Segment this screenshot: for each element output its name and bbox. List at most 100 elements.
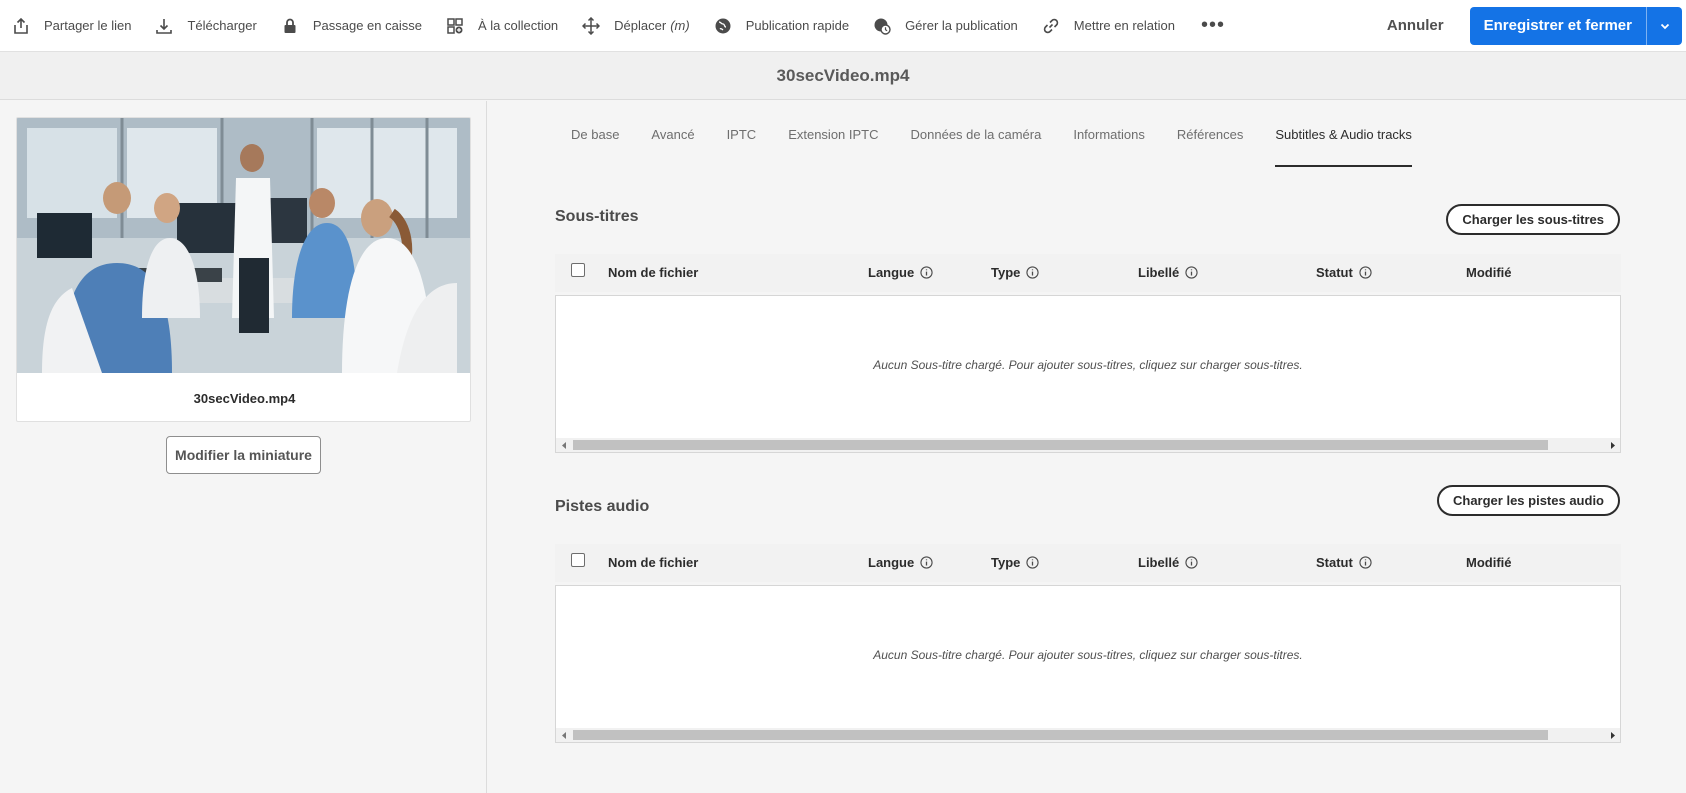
info-icon[interactable]: [1185, 266, 1198, 279]
manage-publication-button[interactable]: Gérer la publication: [861, 0, 1030, 52]
caret-right-icon: [1610, 731, 1615, 739]
move-shortcut: (m): [670, 18, 690, 33]
scrollbar-thumb[interactable]: [573, 730, 1548, 740]
column-type[interactable]: Type: [991, 555, 1040, 570]
asset-file-name: 30secVideo.mp4: [193, 390, 296, 406]
subtitles-table-body: Aucun Sous-titre chargé. Pour ajouter so…: [555, 295, 1621, 453]
download-icon: [156, 18, 173, 34]
save-and-close-button[interactable]: Enregistrer et fermer: [1469, 6, 1682, 45]
column-file-name-label: Nom de fichier: [608, 555, 699, 570]
thumbnail-image: [17, 118, 470, 373]
link-icon: [1043, 18, 1059, 33]
tab-references[interactable]: Références: [1161, 101, 1259, 167]
tab-camera-data[interactable]: Données de la caméra: [895, 101, 1058, 167]
properties-panel: De base Avancé IPTC Extension IPTC Donné…: [488, 101, 1686, 793]
checkout-button[interactable]: Passage en caisse: [269, 0, 434, 52]
tab-basic[interactable]: De base: [555, 101, 635, 167]
info-icon[interactable]: [1359, 266, 1372, 279]
relate-label: Mettre en relation: [1073, 18, 1175, 33]
tab-insights[interactable]: Informations: [1057, 101, 1161, 167]
edit-thumbnail-button[interactable]: Modifier la miniature: [166, 436, 321, 474]
toolbar: Partager le lien Télécharger Passage en …: [0, 0, 1686, 52]
globe-icon: [715, 18, 731, 33]
move-icon: [582, 16, 601, 35]
manage-publication-label: Gérer la publication: [905, 18, 1018, 33]
scroll-right-arrow[interactable]: [1604, 728, 1620, 742]
column-file-name-label: Nom de fichier: [608, 265, 699, 280]
scroll-left-arrow[interactable]: [556, 728, 572, 742]
share-link-button[interactable]: Partager le lien: [0, 0, 143, 52]
column-modified-label: Modifié: [1466, 555, 1512, 570]
column-language-label: Langue: [868, 265, 915, 280]
scroll-right-arrow[interactable]: [1604, 438, 1620, 452]
caret-right-icon: [1610, 441, 1615, 449]
page-title: 30secVideo.mp4: [776, 65, 910, 85]
column-modified[interactable]: Modifié: [1466, 265, 1512, 280]
add-to-collection-label: À la collection: [477, 18, 559, 33]
scroll-left-arrow[interactable]: [556, 438, 572, 452]
share-icon: [14, 17, 28, 34]
title-bar: 30secVideo.mp4: [0, 52, 1686, 100]
column-file-name[interactable]: Nom de fichier: [608, 555, 698, 570]
subtitles-table-header: Nom de fichier Langue Type Libellé Statu…: [555, 254, 1621, 292]
column-language[interactable]: Langue: [868, 555, 933, 570]
audio-empty-message: Aucun Sous-titre chargé. Pour ajouter so…: [873, 648, 1303, 662]
column-type[interactable]: Type: [991, 265, 1040, 280]
globe-clock-icon: [874, 18, 891, 35]
download-label: Télécharger: [187, 18, 257, 33]
subtitles-section-title: Sous-titres: [555, 208, 639, 225]
download-button[interactable]: Télécharger: [143, 0, 268, 52]
audio-horizontal-scrollbar[interactable]: [556, 728, 1620, 742]
caret-left-icon: [561, 731, 566, 739]
column-status[interactable]: Statut: [1316, 555, 1372, 570]
column-label[interactable]: Libellé: [1138, 265, 1198, 280]
tab-iptc-extension[interactable]: Extension IPTC: [772, 101, 894, 167]
upload-audio-tracks-button[interactable]: Charger les pistes audio: [1437, 485, 1620, 516]
cancel-button[interactable]: Annuler: [1361, 17, 1470, 34]
column-file-name[interactable]: Nom de fichier: [608, 265, 698, 280]
scrollbar-thumb[interactable]: [573, 440, 1548, 450]
info-icon[interactable]: [1026, 556, 1040, 569]
column-status[interactable]: Statut: [1316, 265, 1372, 280]
save-and-close-label[interactable]: Enregistrer et fermer: [1470, 7, 1646, 45]
info-icon[interactable]: [1359, 556, 1372, 569]
move-label: Déplacer: [614, 18, 667, 33]
subtitles-empty-message: Aucun Sous-titre chargé. Pour ajouter so…: [873, 358, 1303, 372]
more-actions-button[interactable]: •••: [1187, 14, 1239, 37]
asset-preview-panel: 30secVideo.mp4 Modifier la miniature: [0, 101, 487, 793]
add-to-collection-button[interactable]: À la collection: [434, 0, 570, 52]
column-modified[interactable]: Modifié: [1466, 555, 1512, 570]
quick-publish-button[interactable]: Publication rapide: [702, 0, 861, 52]
column-language-label: Langue: [868, 555, 915, 570]
caret-left-icon: [561, 441, 566, 449]
subtitles-horizontal-scrollbar[interactable]: [556, 438, 1620, 452]
column-status-label: Statut: [1316, 555, 1353, 570]
column-modified-label: Modifié: [1466, 265, 1512, 280]
quick-publish-label: Publication rapide: [745, 18, 850, 33]
save-options-dropdown[interactable]: [1646, 6, 1682, 45]
subtitles-select-all-checkbox[interactable]: [571, 263, 585, 277]
properties-tabs: De base Avancé IPTC Extension IPTC Donné…: [555, 101, 1428, 167]
column-label-label: Libellé: [1138, 265, 1180, 280]
column-language[interactable]: Langue: [868, 265, 933, 280]
video-thumbnail: [17, 118, 470, 373]
audio-section-title: Pistes audio: [555, 498, 650, 515]
info-icon[interactable]: [1026, 266, 1040, 279]
info-icon[interactable]: [920, 556, 933, 569]
audio-table-header: Nom de fichier Langue Type Libellé Statu…: [555, 544, 1621, 582]
audio-select-all-checkbox[interactable]: [571, 553, 585, 567]
tab-advanced[interactable]: Avancé: [635, 101, 710, 167]
tab-iptc[interactable]: IPTC: [711, 101, 773, 167]
collection-add-icon: [447, 17, 463, 34]
column-label-label: Libellé: [1138, 555, 1180, 570]
share-link-label: Partager le lien: [44, 18, 132, 33]
checkout-label: Passage en caisse: [312, 18, 422, 33]
tab-subtitles-audio[interactable]: Subtitles & Audio tracks: [1259, 101, 1428, 167]
column-label[interactable]: Libellé: [1138, 555, 1198, 570]
info-icon[interactable]: [1185, 556, 1198, 569]
chevron-down-icon: [1660, 23, 1669, 29]
move-button[interactable]: Déplacer (m): [570, 0, 702, 52]
info-icon[interactable]: [920, 266, 933, 279]
upload-subtitles-button[interactable]: Charger les sous-titres: [1446, 204, 1620, 235]
relate-button[interactable]: Mettre en relation: [1030, 0, 1187, 52]
